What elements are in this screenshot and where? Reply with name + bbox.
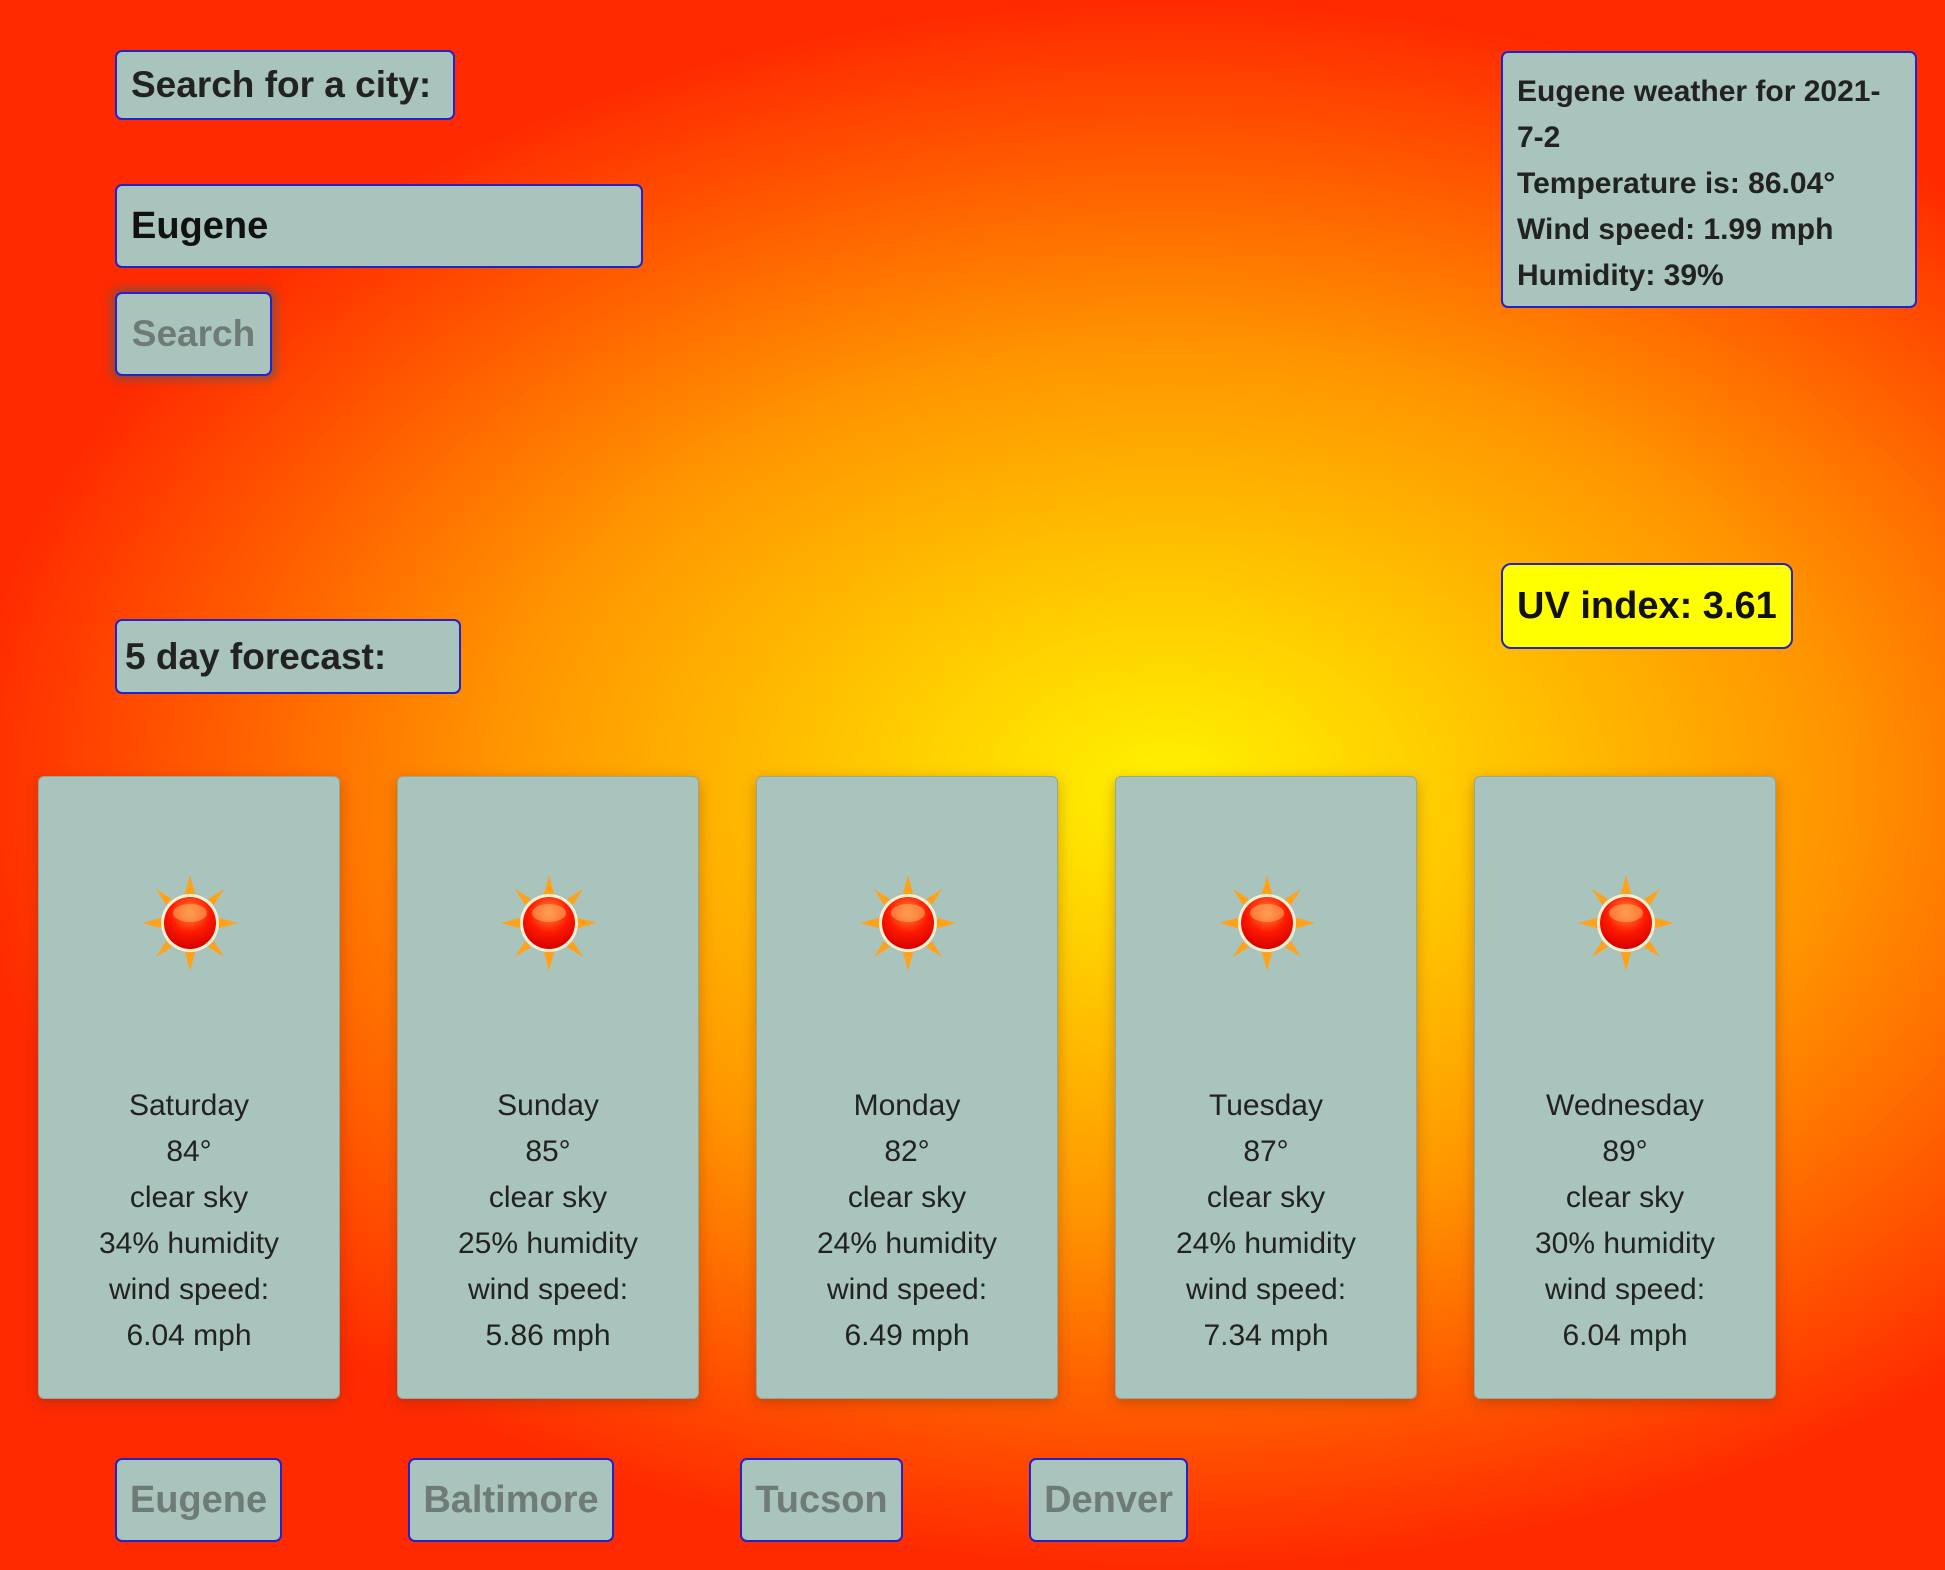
forecast-description: clear sky [847,1181,967,1214]
forecast-card: Sunday 85° clear sky 25% humidity wind s… [397,776,699,1399]
forecast-wind-label: wind speed: [826,1273,988,1306]
forecast-temp: 82° [884,1135,930,1168]
forecast-day: Sunday [497,1089,599,1122]
forecast-wind-label: wind speed: [1185,1273,1347,1306]
forecast-wind-label: wind speed: [1544,1273,1706,1306]
forecast-temp: 89° [1602,1135,1648,1168]
current-temperature: Temperature is: 86.04° [1517,167,1836,200]
current-humidity: Humidity: 39% [1517,259,1724,292]
forecast-day: Tuesday [1209,1089,1323,1122]
sun-icon [140,873,240,973]
forecast-wind: 6.04 mph [126,1319,252,1352]
current-wind-speed: Wind speed: 1.99 mph [1517,213,1834,246]
forecast-wind-label: wind speed: [108,1273,270,1306]
forecast-humidity: 24% humidity [1175,1227,1357,1260]
history-city-tucson-button[interactable]: Tucson [740,1458,903,1542]
forecast-humidity: 24% humidity [816,1227,998,1260]
history-city-baltimore-button[interactable]: Baltimore [408,1458,614,1542]
history-city-eugene-button[interactable]: Eugene [115,1458,282,1542]
uv-index-badge: UV index: 3.61 [1501,563,1793,649]
forecast-description: clear sky [1206,1181,1326,1214]
current-weather-title: Eugene weather for 2021-7-2 [1517,75,1881,154]
forecast-temp: 85° [525,1135,571,1168]
sun-icon [858,873,958,973]
forecast-humidity: 30% humidity [1534,1227,1716,1260]
forecast-description: clear sky [488,1181,608,1214]
forecast-day: Saturday [128,1089,250,1122]
forecast-description: clear sky [129,1181,249,1214]
forecast-wind: 6.49 mph [844,1319,970,1352]
forecast-day: Monday [853,1089,961,1122]
forecast-day: Wednesday [1546,1089,1704,1122]
forecast-wind: 7.34 mph [1203,1319,1329,1352]
search-button[interactable]: Search [115,292,272,376]
forecast-temp: 84° [166,1135,212,1168]
sun-icon [1217,873,1317,973]
forecast-card: Monday 82° clear sky 24% humidity wind s… [756,776,1058,1399]
forecast-card: Wednesday 89° clear sky 30% humidity win… [1474,776,1776,1399]
forecast-heading: 5 day forecast: [115,619,461,694]
forecast-wind: 6.04 mph [1562,1319,1688,1352]
forecast-humidity: 34% humidity [98,1227,280,1260]
forecast-card: Tuesday 87° clear sky 24% humidity wind … [1115,776,1417,1399]
forecast-card: Saturday 84° clear sky 34% humidity wind… [38,776,340,1399]
forecast-description: clear sky [1565,1181,1685,1214]
forecast-temp: 87° [1243,1135,1289,1168]
search-label: Search for a city: [115,50,455,120]
forecast-humidity: 25% humidity [457,1227,639,1260]
forecast-wind-label: wind speed: [467,1273,629,1306]
sun-icon [1576,873,1676,973]
history-city-denver-button[interactable]: Denver [1029,1458,1188,1542]
current-weather-panel: Eugene weather for 2021-7-2 Temperature … [1501,51,1917,308]
forecast-wind: 5.86 mph [485,1319,611,1352]
sun-icon [499,873,599,973]
city-search-input[interactable] [115,184,643,268]
